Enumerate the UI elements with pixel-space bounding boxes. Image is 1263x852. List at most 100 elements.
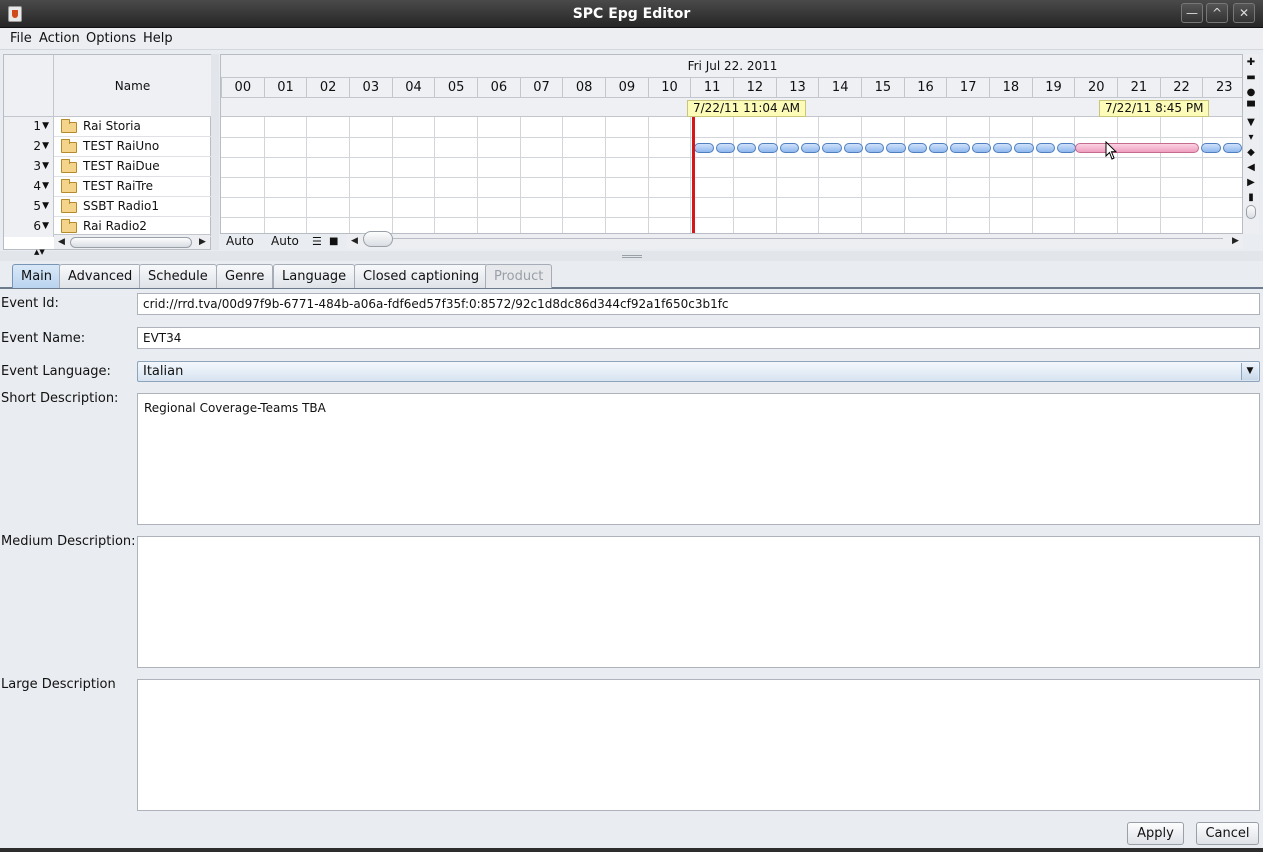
event-id-label: Event Id: bbox=[1, 296, 59, 311]
previous-icon[interactable]: ◀ bbox=[1245, 161, 1257, 174]
event-block[interactable] bbox=[1057, 143, 1077, 153]
event-name-field[interactable]: EVT34 bbox=[137, 327, 1260, 349]
marker-row: 7/22/11 11:04 AM 7/22/11 8:45 PM bbox=[221, 97, 1242, 117]
scroll-right-icon[interactable]: ▶ bbox=[199, 235, 206, 249]
channel-row[interactable]: 1 ▼ Rai Storia bbox=[4, 117, 211, 137]
auto-width-label[interactable]: Auto bbox=[226, 234, 254, 249]
window-bottom-border bbox=[0, 848, 1263, 852]
timeline-vertical-scrollbar[interactable] bbox=[1243, 203, 1259, 233]
scrollbar-thumb[interactable] bbox=[70, 237, 192, 248]
menu-help[interactable]: Help bbox=[143, 31, 173, 46]
channel-row[interactable]: 4 ▼ TEST RaiTre bbox=[4, 177, 211, 197]
event-language-select[interactable]: Italian ▼ bbox=[137, 361, 1260, 382]
channel-row[interactable]: 2 ▼ TEST RaiUno bbox=[4, 137, 211, 157]
close-button[interactable]: ✕ bbox=[1233, 3, 1255, 23]
scroll-left-icon[interactable]: ◀ bbox=[351, 234, 358, 248]
event-block[interactable] bbox=[694, 143, 714, 153]
cancel-button[interactable]: Cancel bbox=[1196, 822, 1259, 845]
selected-event-block[interactable] bbox=[1075, 143, 1200, 153]
menu-file[interactable]: File bbox=[10, 31, 32, 46]
auto-height-label[interactable]: Auto bbox=[271, 234, 299, 249]
event-block[interactable] bbox=[993, 143, 1013, 153]
hour-header: 16 bbox=[903, 77, 947, 97]
event-block[interactable] bbox=[758, 143, 778, 153]
tab-schedule[interactable]: Schedule bbox=[139, 264, 217, 288]
window-title: SPC Epg Editor bbox=[572, 6, 691, 22]
fit-icon[interactable]: ▀ bbox=[1245, 101, 1257, 114]
channel-number: 5 bbox=[33, 199, 41, 213]
tab-language[interactable]: Language bbox=[273, 264, 356, 288]
event-block[interactable] bbox=[801, 143, 821, 153]
expand-arrow-icon[interactable]: ▼ bbox=[42, 157, 49, 176]
short-description-textarea[interactable]: Regional Coverage-Teams TBA bbox=[137, 393, 1260, 525]
channel-name: TEST RaiUno bbox=[83, 139, 160, 153]
stop-icon[interactable]: ■ bbox=[329, 234, 338, 249]
event-id-field[interactable]: crid://rrd.tva/00d97f9b-6771-484b-a06a-f… bbox=[137, 293, 1260, 315]
event-block[interactable] bbox=[779, 143, 800, 153]
channel-row[interactable]: 3 ▼ TEST RaiDue bbox=[4, 157, 211, 177]
hour-header: 21 bbox=[1117, 77, 1160, 97]
menu-action[interactable]: Action bbox=[39, 31, 80, 46]
event-block[interactable] bbox=[1014, 143, 1034, 153]
next-icon[interactable]: ▶ bbox=[1245, 176, 1257, 189]
channel-row[interactable]: 5 ▼ SSBT Radio1 bbox=[4, 197, 211, 217]
expand-arrow-icon[interactable]: ▼ bbox=[42, 117, 49, 136]
split-arrows-icon[interactable]: ▲▼ bbox=[34, 248, 45, 256]
apply-button[interactable]: Apply bbox=[1127, 822, 1184, 845]
event-block[interactable] bbox=[907, 143, 928, 153]
filter-icon[interactable]: ▼ bbox=[1245, 116, 1257, 129]
name-column-header[interactable]: Name bbox=[54, 55, 211, 117]
channel-corner-header bbox=[4, 55, 54, 117]
event-block[interactable] bbox=[737, 143, 757, 153]
event-block[interactable] bbox=[950, 143, 970, 153]
channel-list-scrollbar[interactable]: ◀ ▶ bbox=[54, 234, 210, 249]
cursor-time-marker: 7/22/11 8:45 PM bbox=[1099, 100, 1210, 117]
scrollbar-thumb[interactable] bbox=[1246, 205, 1256, 219]
large-description-textarea[interactable] bbox=[137, 679, 1260, 811]
menu-options[interactable]: Options bbox=[86, 31, 136, 46]
medium-description-textarea[interactable] bbox=[137, 536, 1260, 668]
folder-icon bbox=[61, 179, 77, 193]
tab-advanced[interactable]: Advanced bbox=[59, 264, 142, 288]
event-block[interactable] bbox=[971, 143, 992, 153]
event-block[interactable] bbox=[1201, 143, 1221, 153]
center-icon[interactable]: ● bbox=[1245, 86, 1257, 99]
chevron-down-icon[interactable]: ▼ bbox=[1241, 363, 1258, 380]
hour-header: 12 bbox=[733, 77, 776, 97]
event-block[interactable] bbox=[865, 143, 885, 153]
event-block[interactable] bbox=[715, 143, 736, 153]
collapse-icon[interactable]: ▾ bbox=[1245, 131, 1257, 144]
hour-header: 14 bbox=[818, 77, 862, 97]
expand-horizontal-icon[interactable]: ◆ bbox=[1245, 146, 1257, 159]
splitter-grip[interactable] bbox=[622, 255, 642, 258]
zoom-in-icon[interactable]: ✚ bbox=[1245, 56, 1257, 69]
expand-arrow-icon[interactable]: ▼ bbox=[42, 217, 49, 236]
event-block[interactable] bbox=[886, 143, 906, 153]
timeline-horizontal-scrollbar[interactable]: ◀ ▶ bbox=[347, 231, 1243, 249]
minimize-button[interactable]: — bbox=[1181, 3, 1203, 23]
vertical-splitter[interactable] bbox=[211, 54, 219, 250]
maximize-button[interactable]: ^ bbox=[1206, 3, 1228, 23]
event-block[interactable] bbox=[1222, 143, 1242, 153]
event-block[interactable] bbox=[929, 143, 949, 153]
expand-arrow-icon[interactable]: ▼ bbox=[42, 137, 49, 156]
event-language-value: Italian bbox=[143, 364, 184, 379]
scroll-left-icon[interactable]: ◀ bbox=[58, 235, 65, 249]
list-view-icon[interactable]: ☰ bbox=[312, 234, 322, 249]
zoom-out-icon[interactable]: ▬ bbox=[1245, 71, 1257, 84]
event-block[interactable] bbox=[1035, 143, 1056, 153]
scroll-right-icon[interactable]: ▶ bbox=[1232, 234, 1239, 248]
tab-closed-captioning[interactable]: Closed captioning bbox=[354, 264, 489, 288]
event-block[interactable] bbox=[843, 143, 864, 153]
expand-arrow-icon[interactable]: ▼ bbox=[42, 197, 49, 216]
grid-row-line bbox=[221, 217, 1242, 218]
channel-name: Rai Storia bbox=[83, 119, 141, 133]
event-block[interactable] bbox=[822, 143, 842, 153]
epg-timeline[interactable]: Fri Jul 22. 2011 00 01 02 03 04 05 06 07 08 09 10 1… bbox=[220, 54, 1243, 234]
tab-genre[interactable]: Genre bbox=[216, 264, 274, 288]
panel-splitter[interactable]: ▲▼ bbox=[0, 248, 1263, 261]
scrollbar-thumb[interactable] bbox=[363, 231, 393, 247]
tab-main[interactable]: Main bbox=[12, 264, 62, 288]
tab-product: Product bbox=[485, 264, 553, 288]
expand-arrow-icon[interactable]: ▼ bbox=[42, 177, 49, 196]
